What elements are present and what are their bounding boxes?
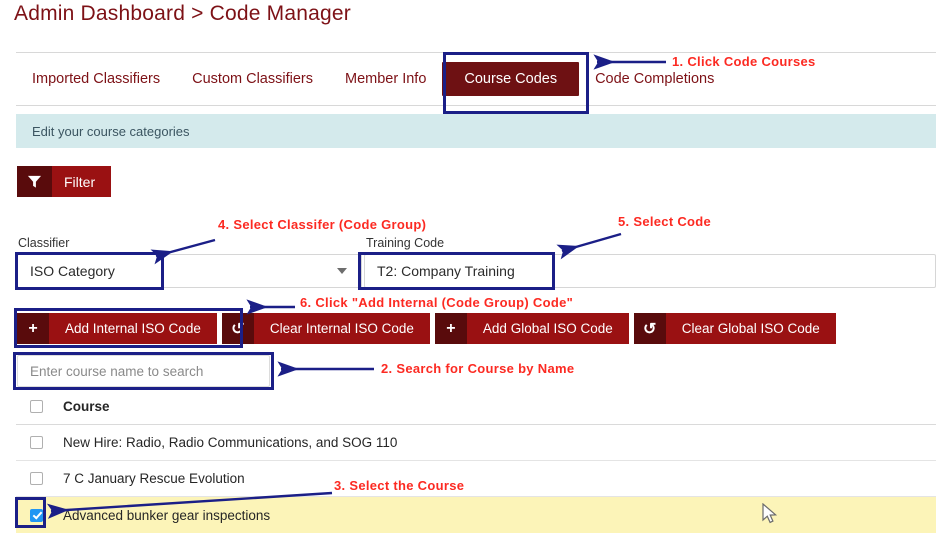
- table-header-row: Course: [16, 389, 936, 425]
- tab-code-completions[interactable]: Code Completions: [579, 53, 730, 105]
- course-search-input[interactable]: Enter course name to search: [17, 355, 270, 387]
- tab-custom-classifiers[interactable]: Custom Classifiers: [176, 53, 329, 105]
- chevron-down-icon: [337, 268, 347, 274]
- classifier-label: Classifier: [18, 236, 70, 250]
- course-name: 7 C January Rescue Evolution: [63, 471, 245, 486]
- add-global-iso-code-label: Add Global ISO Code: [482, 321, 613, 336]
- plus-icon: +: [17, 313, 49, 344]
- annotation-label-4: 4. Select Classifer (Code Group): [218, 217, 427, 232]
- classifier-select[interactable]: ISO Category: [17, 254, 362, 288]
- tab-bar: Imported Classifiers Custom Classifiers …: [16, 52, 936, 106]
- training-code-label: Training Code: [366, 236, 445, 250]
- annotation-label-6: 6. Click "Add Internal (Code Group) Code…: [300, 295, 574, 310]
- filter-button-label: Filter: [64, 173, 96, 190]
- clear-internal-iso-code-label: Clear Internal ISO Code: [269, 321, 414, 336]
- tab-course-codes[interactable]: Course Codes: [442, 62, 580, 96]
- tab-member-info[interactable]: Member Info: [329, 53, 442, 105]
- table-row[interactable]: New Hire: Radio, Radio Communications, a…: [16, 425, 936, 461]
- training-code-value: T2: Company Training: [377, 263, 515, 279]
- classifier-value: ISO Category: [30, 263, 115, 279]
- course-name: Advanced bunker gear inspections: [63, 507, 271, 523]
- funnel-icon: [17, 166, 52, 197]
- row-checkbox[interactable]: [30, 472, 43, 485]
- table-row[interactable]: 7 C January Rescue Evolution: [16, 461, 936, 497]
- annotation-label-5: 5. Select Code: [618, 214, 712, 229]
- filter-button[interactable]: Filter: [17, 166, 112, 197]
- select-all-checkbox[interactable]: [30, 400, 43, 413]
- clear-global-iso-code-button[interactable]: ↺ Clear Global ISO Code: [633, 313, 836, 344]
- training-code-select[interactable]: T2: Company Training: [364, 254, 936, 288]
- tab-imported-classifiers[interactable]: Imported Classifiers: [16, 53, 176, 105]
- plus-icon: +: [434, 313, 467, 344]
- add-global-iso-code-button[interactable]: + Add Global ISO Code: [434, 313, 629, 344]
- undo-icon: ↺: [221, 313, 254, 344]
- course-name: New Hire: Radio, Radio Communications, a…: [63, 435, 398, 450]
- add-internal-iso-code-label: Add Internal ISO Code: [65, 321, 201, 336]
- add-internal-iso-code-button[interactable]: + Add Internal ISO Code: [17, 313, 217, 344]
- info-bar: Edit your course categories: [16, 114, 936, 148]
- info-bar-text: Edit your course categories: [32, 123, 190, 139]
- page-title: Admin Dashboard > Code Manager: [14, 2, 351, 25]
- row-checkbox[interactable]: [30, 508, 43, 522]
- column-header-course: Course: [63, 399, 110, 414]
- clear-internal-iso-code-button[interactable]: ↺ Clear Internal ISO Code: [221, 313, 430, 344]
- undo-icon: ↺: [633, 313, 666, 344]
- tab-list: Imported Classifiers Custom Classifiers …: [16, 53, 730, 105]
- action-button-row: + Add Internal ISO Code ↺ Clear Internal…: [17, 313, 836, 344]
- course-search-placeholder: Enter course name to search: [30, 363, 204, 379]
- course-table: Course New Hire: Radio, Radio Communicat…: [16, 389, 936, 533]
- clear-global-iso-code-label: Clear Global ISO Code: [681, 321, 820, 336]
- annotation-label-2: 2. Search for Course by Name: [381, 361, 575, 376]
- row-checkbox[interactable]: [30, 436, 43, 449]
